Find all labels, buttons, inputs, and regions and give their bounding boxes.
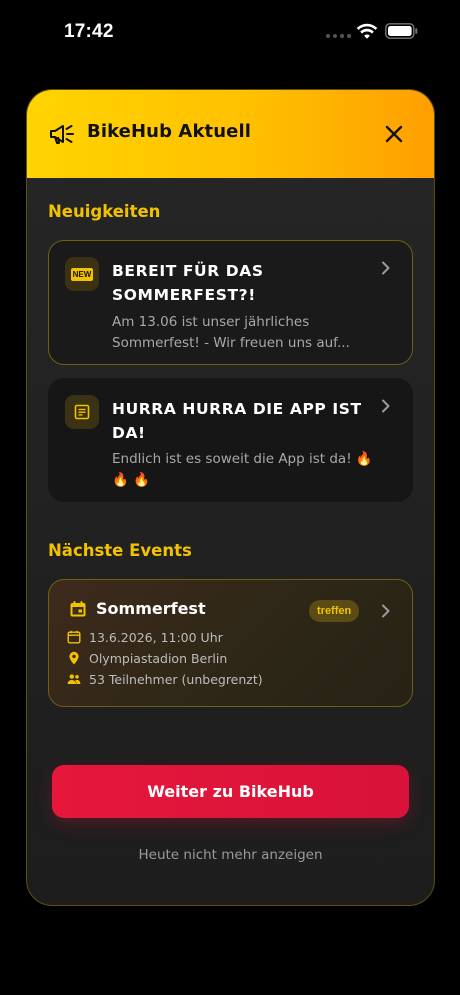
location-pin-icon [69, 651, 79, 665]
close-icon[interactable] [382, 122, 406, 146]
news-title: BEREIT FÜR DAS SOMMERFEST?! [112, 262, 264, 304]
calendar-icon [70, 601, 86, 617]
continue-button[interactable]: Weiter zu BikeHub [52, 765, 409, 818]
event-date: 13.6.2026, 11:00 Uhr [89, 629, 223, 645]
news-title: HURRA HURRA DIE APP IST DA! [112, 400, 362, 442]
event-date-row: 13.6.2026, 11:00 Uhr [67, 628, 223, 646]
events-section-title: Nächste Events [48, 541, 192, 560]
article-icon [65, 395, 99, 429]
news-text: Endlich ist es soweit die App ist da! 🔥 … [112, 451, 373, 488]
event-type-badge: treffen [309, 600, 360, 622]
modal-header: BikeHub Aktuell [27, 90, 434, 178]
event-participants-row: 53 Teilnehmer (unbegrenzt) [67, 670, 263, 688]
chevron-right-icon [382, 261, 390, 275]
event-location: Olympiastadion Berlin [89, 650, 228, 666]
new-badge: NEW [70, 267, 94, 281]
dismiss-today-link[interactable]: Heute nicht mehr anzeigen [27, 847, 434, 863]
news-text: Am 13.06 ist unser jährliches Sommerfest… [112, 314, 350, 351]
event-participants: 53 Teilnehmer (unbegrenzt) [89, 671, 263, 687]
announcement-modal: BikeHub Aktuell Neuigkeiten NEW BEREIT F… [26, 89, 435, 906]
battery-icon [385, 23, 418, 39]
megaphone-icon [50, 125, 74, 144]
modal-title: BikeHub Aktuell [87, 121, 251, 142]
news-card[interactable]: HURRA HURRA DIE APP IST DA! Endlich ist … [48, 378, 413, 502]
calendar-outline-icon [67, 630, 81, 644]
signal-dots-icon [326, 34, 351, 38]
event-title: Sommerfest [96, 599, 206, 618]
chevron-right-icon [382, 604, 390, 618]
event-card[interactable]: Sommerfest treffen 13.6.2026, 11:00 Uhr … [48, 579, 413, 707]
status-bar: 17:42 [0, 0, 460, 62]
wifi-icon [356, 23, 378, 39]
news-card[interactable]: NEW BEREIT FÜR DAS SOMMERFEST?! Am 13.06… [48, 240, 413, 365]
news-section-title: Neuigkeiten [48, 202, 161, 221]
people-icon [67, 674, 81, 684]
new-badge-icon: NEW [65, 257, 99, 291]
status-time: 17:42 [64, 21, 114, 42]
chevron-right-icon [382, 399, 390, 413]
event-location-row: Olympiastadion Berlin [67, 649, 227, 667]
